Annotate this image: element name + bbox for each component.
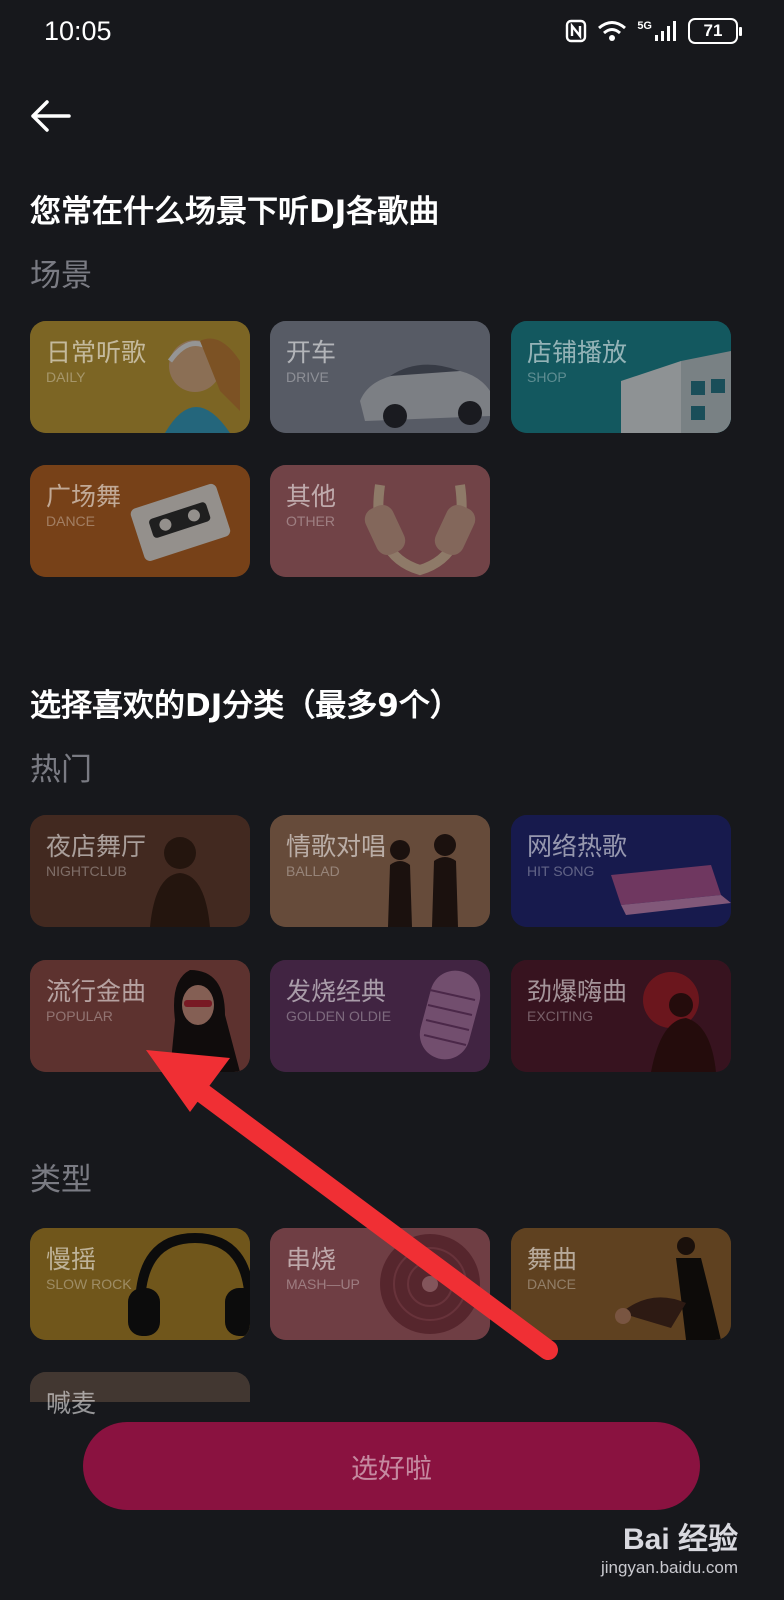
card-sublabel: DAILY xyxy=(46,369,86,385)
card-label: 广场舞 xyxy=(46,482,122,511)
vinyl-image xyxy=(380,1234,480,1334)
card-label: 劲爆嗨曲 xyxy=(527,977,628,1006)
baidu-watermark: Bai 经验 jingyan.baidu.com xyxy=(601,1514,738,1578)
scene-card-drive[interactable]: 开车 DRIVE xyxy=(270,321,490,433)
category-card-slow-rock[interactable]: 慢摇 SLOW ROCK xyxy=(30,1228,250,1340)
category-card-hit-song[interactable]: 网络热歌 HIT SONG xyxy=(511,815,731,927)
card-sublabel: SHOP xyxy=(527,369,567,385)
category-card-exciting[interactable]: 劲爆嗨曲 EXCITING xyxy=(511,960,731,1072)
category-card-mash-up[interactable]: 串烧 MASH—UP xyxy=(270,1228,490,1340)
card-sublabel: DANCE xyxy=(527,1276,577,1292)
card-label: 日常听歌 xyxy=(46,338,147,367)
card-sublabel: DRIVE xyxy=(286,369,329,385)
confirm-button[interactable]: 选好啦 xyxy=(83,1422,700,1510)
network-type: 5G xyxy=(637,20,652,32)
scene-card-shop[interactable]: 店铺播放 SHOP xyxy=(511,321,731,433)
watermark-brand: Bai 经验 xyxy=(622,1523,738,1556)
card-sublabel: SLOW ROCK xyxy=(46,1276,132,1292)
card-sublabel: POPULAR xyxy=(46,1008,113,1024)
category-section-title: 选择喜欢的DJ分类（最多9个） xyxy=(30,688,461,724)
card-sublabel: EXCITING xyxy=(527,1008,594,1024)
wifi-icon xyxy=(598,21,627,41)
scene-card-other[interactable]: 其他 OTHER xyxy=(270,465,490,577)
scene-card-daily[interactable]: 日常听歌 DAILY xyxy=(30,321,250,433)
back-button[interactable] xyxy=(26,92,74,140)
battery-icon: 71 xyxy=(688,18,742,44)
category-card-golden-oldie[interactable]: 发烧经典 GOLDEN OLDIE xyxy=(270,960,490,1072)
card-label: 网络热歌 xyxy=(527,832,628,861)
category-card-popular[interactable]: 流行金曲 POPULAR xyxy=(30,960,250,1072)
red-annotation-arrow xyxy=(146,1050,558,1360)
card-sublabel: MASH—UP xyxy=(286,1276,360,1292)
scene-card-dance[interactable]: 广场舞 DANCE xyxy=(30,465,250,577)
card-label: 店铺播放 xyxy=(527,338,628,367)
card-label: 夜店舞厅 xyxy=(46,832,147,861)
nfc-icon xyxy=(566,19,587,43)
card-sublabel: DANCE xyxy=(46,513,96,529)
card-sublabel: NIGHTCLUB xyxy=(46,863,127,879)
hot-subtitle: 热门 xyxy=(30,752,92,788)
cassette-image xyxy=(130,483,231,561)
battery-level: 71 xyxy=(703,21,723,40)
card-sublabel: HIT SONG xyxy=(527,863,595,879)
arrow-left-icon xyxy=(31,100,71,132)
dancing-couple-image xyxy=(615,1237,721,1340)
card-sublabel: OTHER xyxy=(286,513,335,529)
status-time: 10:05 xyxy=(44,16,112,46)
status-bar: 10:05 5G 71 xyxy=(0,0,784,68)
card-sublabel: GOLDEN OLDIE xyxy=(286,1008,392,1024)
category-card-nightclub[interactable]: 夜店舞厅 NIGHTCLUB xyxy=(30,815,250,927)
status-icons: 5G 71 xyxy=(565,18,742,44)
scene-section-title: 您常在什么场景下听DJ各歌曲 xyxy=(30,194,440,230)
signal-icon xyxy=(655,21,676,41)
card-sublabel: BALLAD xyxy=(286,863,340,879)
type-subtitle: 类型 xyxy=(30,1162,92,1198)
headphones-image xyxy=(364,484,476,576)
card-label: 舞曲 xyxy=(527,1245,578,1274)
card-label: 其他 xyxy=(286,482,337,511)
card-label: 慢摇 xyxy=(46,1245,97,1274)
card-label: 情歌对唱 xyxy=(286,832,387,861)
card-label: 喊麦 xyxy=(46,1389,97,1418)
category-card-ballad[interactable]: 情歌对唱 BALLAD xyxy=(270,815,490,927)
category-card-dance[interactable]: 舞曲 DANCE xyxy=(511,1228,731,1340)
car-image xyxy=(360,364,490,428)
card-label: 开车 xyxy=(286,338,337,367)
card-label: 流行金曲 xyxy=(46,977,147,1006)
card-label: 发烧经典 xyxy=(286,977,387,1006)
watermark-url: jingyan.baidu.com xyxy=(600,1558,738,1577)
scene-subtitle: 场景 xyxy=(30,258,92,294)
card-label: 串烧 xyxy=(286,1245,337,1274)
